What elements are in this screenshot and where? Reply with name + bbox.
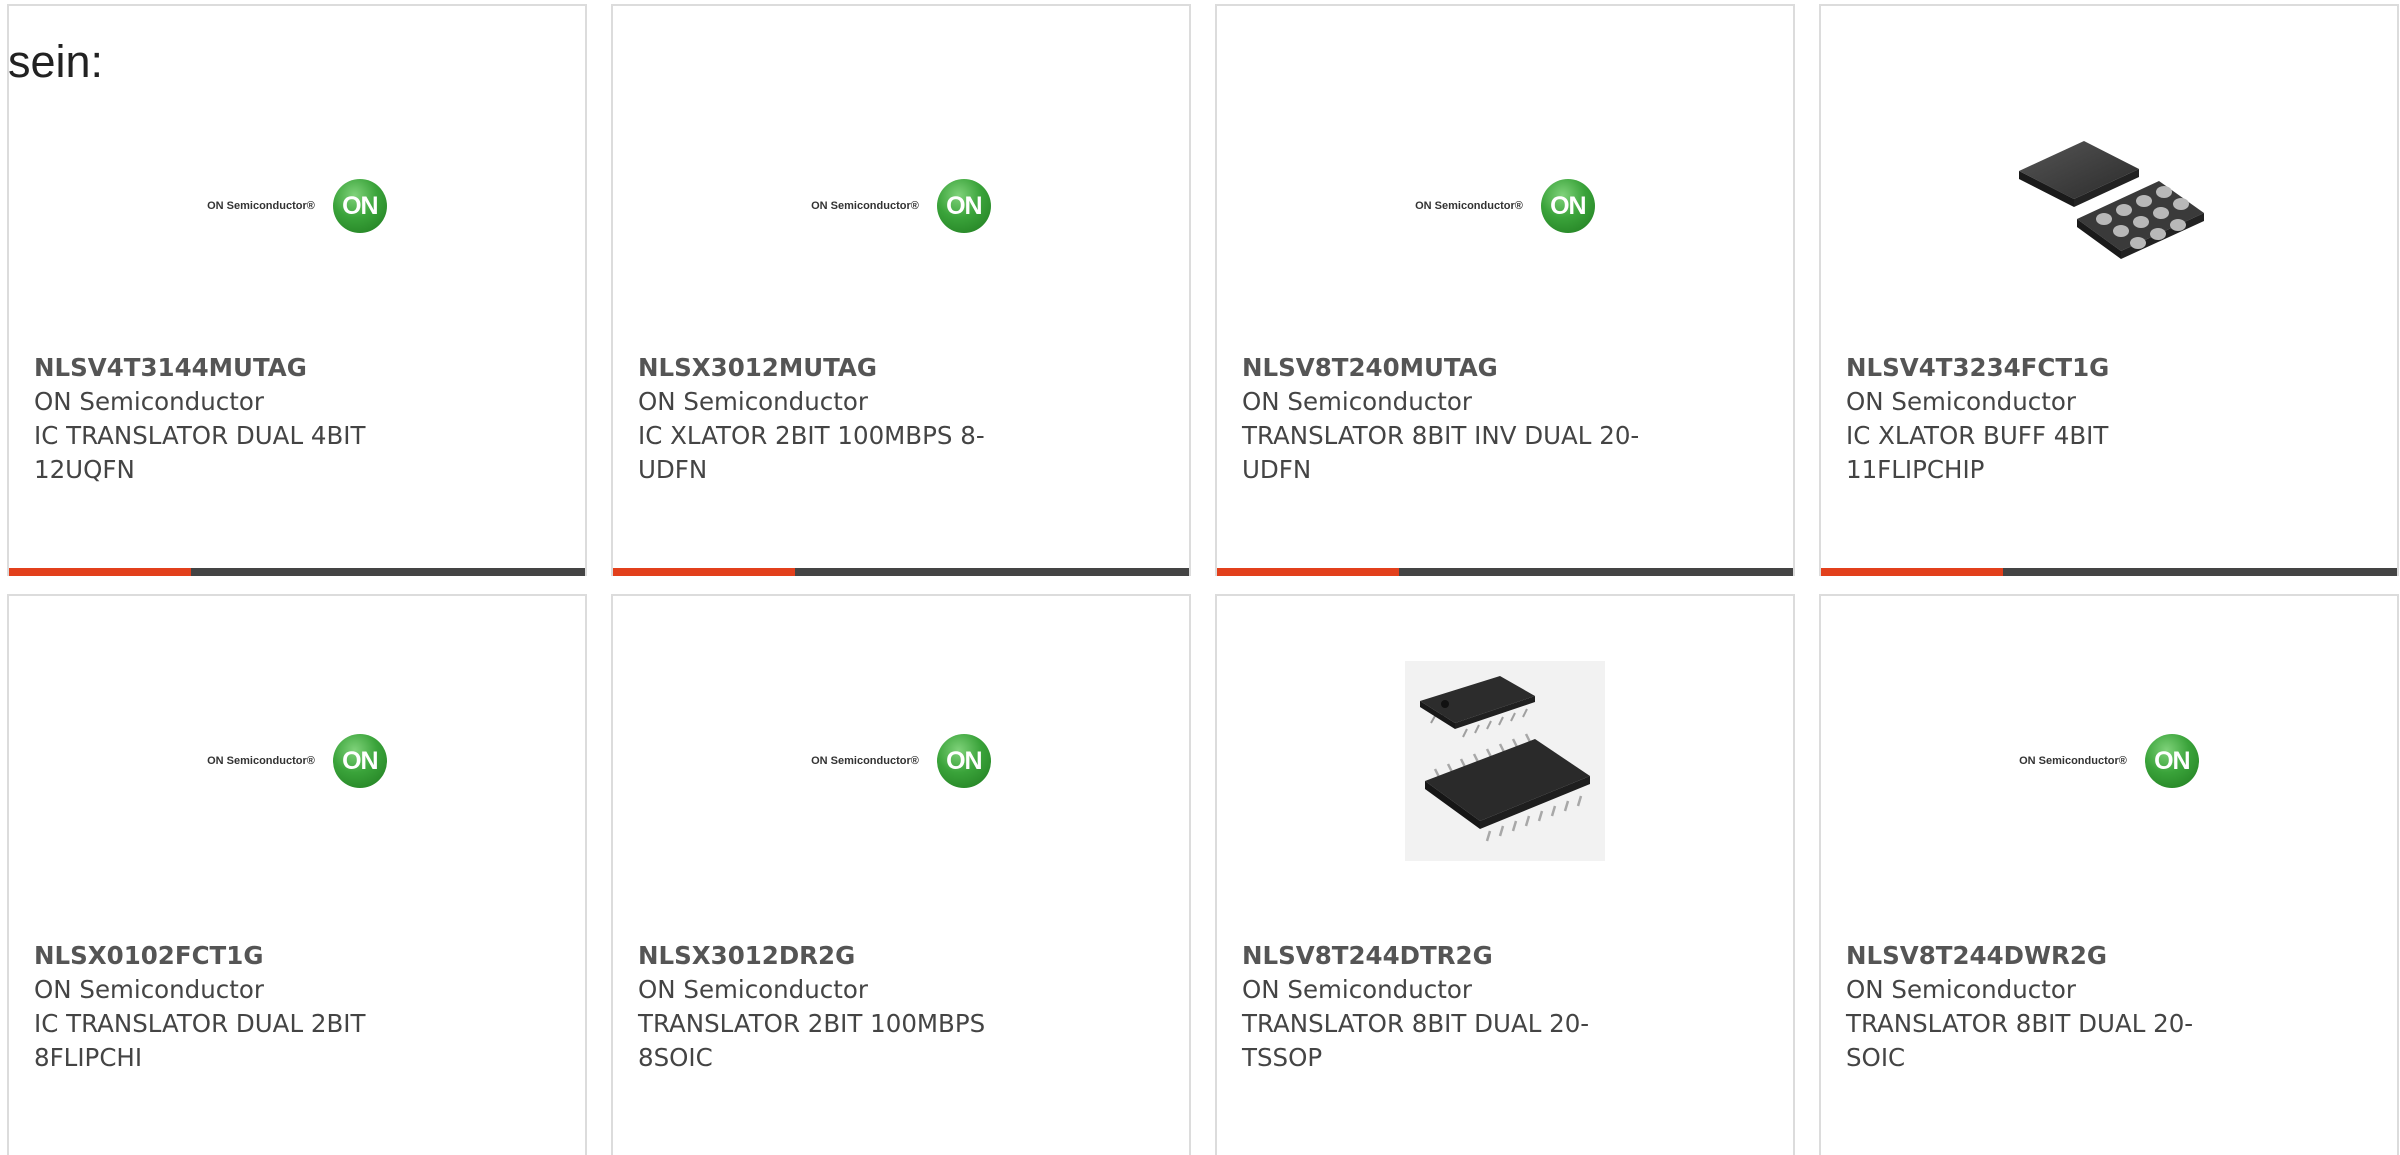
accent-dark-segment: [2003, 568, 2397, 576]
description-line-2: UDFN: [638, 455, 708, 484]
on-badge-icon: ON: [332, 734, 387, 788]
product-info: NLSV8T244DTR2G ON Semiconductor TRANSLAT…: [1242, 939, 1662, 1075]
manufacturer: ON Semiconductor: [1846, 975, 2076, 1004]
on-semiconductor-logo: ON Semiconductor® ON: [207, 179, 387, 233]
description-line-2: 12UQFN: [34, 455, 135, 484]
product-grid: ON Semiconductor® ON NLSV4T3144MUTAG ON …: [0, 0, 2400, 1155]
on-badge-icon: ON: [1540, 179, 1595, 233]
logo-wordmark: ON Semiconductor®: [207, 200, 315, 212]
on-semiconductor-logo: ON Semiconductor® ON: [1415, 179, 1595, 233]
logo-wordmark: ON Semiconductor®: [811, 200, 919, 212]
product-card[interactable]: ON Semiconductor® ON NLSX0102FCT1G ON Se…: [7, 594, 587, 1155]
logo-wordmark: ON Semiconductor®: [1415, 200, 1523, 212]
description-line-1: IC TRANSLATOR DUAL 4BIT: [34, 421, 366, 450]
product-image[interactable]: ON Semiconductor® ON: [791, 106, 1011, 306]
product-card[interactable]: ON Semiconductor® ON NLSX3012DR2G ON Sem…: [611, 594, 1191, 1155]
on-badge-icon: ON: [936, 734, 991, 788]
product-image[interactable]: [1999, 106, 2219, 306]
product-card[interactable]: ON Semiconductor® ON NLSV8T240MUTAG ON S…: [1215, 4, 1795, 576]
tssop-chip-icon: [1405, 661, 1605, 861]
description-line-2: SOIC: [1846, 1043, 1906, 1072]
part-number-link[interactable]: NLSV8T244DWR2G: [1846, 939, 2266, 973]
card-accent-bar: [613, 568, 1189, 576]
on-badge-icon: ON: [332, 179, 387, 233]
on-semiconductor-logo: ON Semiconductor® ON: [811, 734, 991, 788]
bga-chip-icon: [2019, 141, 2204, 259]
logo-wordmark: ON Semiconductor®: [207, 755, 315, 767]
logo-wordmark: ON Semiconductor®: [811, 755, 919, 767]
description-line-1: IC TRANSLATOR DUAL 2BIT: [34, 1009, 366, 1038]
product-info: NLSV8T244DWR2G ON Semiconductor TRANSLAT…: [1846, 939, 2266, 1075]
manufacturer: ON Semiconductor: [34, 387, 264, 416]
accent-dark-segment: [191, 568, 585, 576]
card-accent-bar: [1217, 568, 1793, 576]
product-image[interactable]: ON Semiconductor® ON: [1395, 106, 1615, 306]
product-card[interactable]: NLSV4T3234FCT1G ON Semiconductor IC XLAT…: [1819, 4, 2399, 576]
part-number-link[interactable]: NLSX3012MUTAG: [638, 351, 1058, 385]
description-line-1: TRANSLATOR 2BIT 100MBPS: [638, 1009, 986, 1038]
product-card[interactable]: ON Semiconductor® ON NLSX3012MUTAG ON Se…: [611, 4, 1191, 576]
on-badge-icon: ON: [936, 179, 991, 233]
description-line-2: 8FLIPCHI: [34, 1043, 143, 1072]
description-line-1: TRANSLATOR 8BIT DUAL 20-: [1242, 1009, 1590, 1038]
logo-wordmark: ON Semiconductor®: [2019, 755, 2127, 767]
product-image[interactable]: ON Semiconductor® ON: [1999, 661, 2219, 861]
accent-orange-segment: [613, 568, 795, 576]
product-image[interactable]: ON Semiconductor® ON: [187, 106, 407, 306]
accent-orange-segment: [1217, 568, 1399, 576]
part-number-link[interactable]: NLSX3012DR2G: [638, 939, 1058, 973]
card-accent-bar: [9, 568, 585, 576]
description-line-2: 11FLIPCHIP: [1846, 455, 1985, 484]
product-image[interactable]: ON Semiconductor® ON: [187, 661, 407, 861]
manufacturer: ON Semiconductor: [1242, 387, 1472, 416]
product-info: NLSX3012MUTAG ON Semiconductor IC XLATOR…: [638, 351, 1058, 487]
accent-orange-segment: [1821, 568, 2003, 576]
description-line-1: IC XLATOR 2BIT 100MBPS 8-: [638, 421, 985, 450]
product-image[interactable]: [1395, 661, 1615, 861]
product-info: NLSX3012DR2G ON Semiconductor TRANSLATOR…: [638, 939, 1058, 1075]
accent-orange-segment: [9, 568, 191, 576]
card-accent-bar: [1821, 568, 2397, 576]
intro-text: sein:: [8, 36, 104, 87]
product-info: NLSX0102FCT1G ON Semiconductor IC TRANSL…: [34, 939, 454, 1075]
product-image[interactable]: ON Semiconductor® ON: [791, 661, 1011, 861]
description-line-1: IC XLATOR BUFF 4BIT: [1846, 421, 2109, 450]
manufacturer: ON Semiconductor: [638, 387, 868, 416]
accent-dark-segment: [1399, 568, 1793, 576]
product-card[interactable]: NLSV8T244DTR2G ON Semiconductor TRANSLAT…: [1215, 594, 1795, 1155]
product-info: NLSV8T240MUTAG ON Semiconductor TRANSLAT…: [1242, 351, 1662, 487]
description-line-2: 8SOIC: [638, 1043, 713, 1072]
on-semiconductor-logo: ON Semiconductor® ON: [207, 734, 387, 788]
description-line-1: TRANSLATOR 8BIT INV DUAL 20-: [1242, 421, 1640, 450]
accent-dark-segment: [795, 568, 1189, 576]
description-line-2: UDFN: [1242, 455, 1312, 484]
product-info: NLSV4T3144MUTAG ON Semiconductor IC TRAN…: [34, 351, 454, 487]
description-line-2: TSSOP: [1242, 1043, 1323, 1072]
part-number-link[interactable]: NLSV8T244DTR2G: [1242, 939, 1662, 973]
manufacturer: ON Semiconductor: [1846, 387, 2076, 416]
part-number-link[interactable]: NLSX0102FCT1G: [34, 939, 454, 973]
part-number-link[interactable]: NLSV4T3144MUTAG: [34, 351, 454, 385]
manufacturer: ON Semiconductor: [1242, 975, 1472, 1004]
manufacturer: ON Semiconductor: [34, 975, 264, 1004]
product-info: NLSV4T3234FCT1G ON Semiconductor IC XLAT…: [1846, 351, 2266, 487]
manufacturer: ON Semiconductor: [638, 975, 868, 1004]
product-grid-page: sein: ON Semiconductor® ON NLSV4T3144MUT…: [0, 0, 2400, 1155]
description-line-1: TRANSLATOR 8BIT DUAL 20-: [1846, 1009, 2194, 1038]
part-number-link[interactable]: NLSV8T240MUTAG: [1242, 351, 1662, 385]
on-semiconductor-logo: ON Semiconductor® ON: [811, 179, 991, 233]
product-card[interactable]: ON Semiconductor® ON NLSV8T244DWR2G ON S…: [1819, 594, 2399, 1155]
part-number-link[interactable]: NLSV4T3234FCT1G: [1846, 351, 2266, 385]
on-semiconductor-logo: ON Semiconductor® ON: [2019, 734, 2199, 788]
on-badge-icon: ON: [2144, 734, 2199, 788]
product-card[interactable]: ON Semiconductor® ON NLSV4T3144MUTAG ON …: [7, 4, 587, 576]
